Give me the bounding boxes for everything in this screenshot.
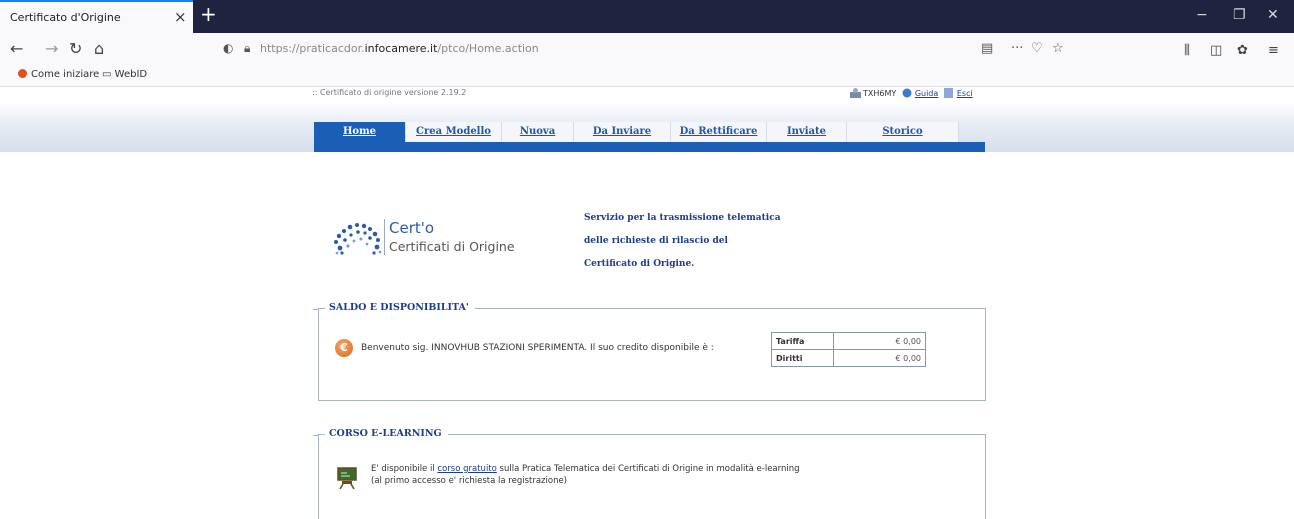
logo-subtitle: Certificati di Origine — [389, 239, 515, 254]
elearning-text-start: E' disponibile il — [371, 464, 438, 474]
elearning-section: CORSO E-LEARNING E' disponibile il corso… — [313, 428, 986, 519]
address-bar[interactable]: ◐ 🔒︎ https://praticacdor.infocamere.it/p… — [218, 36, 1091, 62]
home-icon[interactable]: ⌂ — [94, 40, 104, 58]
bookmark-webid[interactable]: ▭ WebID — [102, 69, 147, 80]
welcome-text: Benvenuto sig. INNOVHUB STAZIONI SPERIME… — [361, 343, 714, 353]
diritti-value: € 0,00 — [833, 349, 926, 367]
browser-tab[interactable]: Certificato d'Origine × — [0, 0, 193, 33]
service-line-1: Servizio per la trasmissione telematica — [584, 213, 781, 223]
help-link[interactable]: Guida — [915, 89, 938, 98]
tab-da-rettificare[interactable]: Da Rettificare — [671, 122, 767, 142]
tab-nuova[interactable]: Nuova — [502, 122, 574, 142]
service-line-2: delle richieste di rilascio del — [584, 236, 728, 246]
library-icon[interactable]: ⫼ — [1184, 43, 1190, 58]
bookmark-star-icon[interactable]: ☆ — [1052, 41, 1064, 56]
elearning-text-end: sulla Pratica Telematica dei Certificati… — [496, 464, 800, 474]
saldo-legend: SALDO E DISPONIBILITA' — [325, 302, 475, 313]
restore-button[interactable]: ❐ — [1233, 6, 1246, 24]
saldo-section: SALDO E DISPONIBILITA' € Benvenuto sig. … — [313, 302, 986, 401]
elearning-note: (al primo accesso e' richiesta la regist… — [371, 476, 568, 486]
main-menu: Home Crea Modello Nuova Da Inviare Da Re… — [314, 122, 985, 152]
tab-close-icon[interactable]: × — [174, 8, 187, 26]
logo-divider — [384, 219, 385, 255]
corso-gratuito-link[interactable]: corso gratuito — [437, 464, 496, 474]
euro-icon: € — [335, 339, 353, 357]
legend-dash — [313, 435, 319, 436]
table-row: Tariffa € 0,00 — [771, 332, 926, 350]
tab-title: Certificato d'Origine — [10, 11, 121, 24]
tariffa-label: Tariffa — [771, 332, 834, 350]
elearning-text: E' disponibile il corso gratuito sulla P… — [371, 463, 800, 487]
help-icon[interactable] — [902, 88, 913, 98]
reader-view-icon[interactable]: ▤ — [981, 41, 993, 56]
minimize-button[interactable]: − — [1196, 6, 1208, 24]
bookmark-come-iniziare[interactable]: Come iniziare — [18, 69, 99, 80]
tab-storico[interactable]: Storico — [847, 122, 959, 142]
url-text[interactable]: https://praticacdor.infocamere.it/ptco/H… — [260, 42, 539, 55]
forward-arrow-icon[interactable]: → — [45, 40, 58, 58]
firefox-icon — [18, 69, 27, 78]
tab-inviate[interactable]: Inviate — [767, 122, 847, 142]
legend-dash — [313, 309, 319, 310]
tariffa-value: € 0,00 — [833, 332, 926, 350]
user-tools: TXH6MY Guida Esci — [850, 88, 973, 98]
browser-navbar: ← → ↻ ⌂ ◐ 🔒︎ https://praticacdor.infocam… — [0, 33, 1294, 65]
shield-icon[interactable]: ◐ — [223, 41, 233, 55]
sidebar-icon[interactable]: ◫ — [1210, 43, 1222, 58]
exit-icon[interactable] — [943, 88, 955, 98]
extension-icon[interactable]: ✿ — [1237, 43, 1248, 58]
credit-table: Tariffa € 0,00 Diritti € 0,00 — [771, 332, 926, 367]
menu-underline-bar — [314, 142, 985, 152]
new-tab-button[interactable]: + — [200, 4, 217, 24]
back-arrow-icon[interactable]: ← — [10, 40, 23, 58]
reload-icon[interactable]: ↻ — [69, 40, 82, 58]
pocket-icon[interactable]: ♡ — [1031, 41, 1043, 56]
user-icon — [850, 88, 861, 98]
username: TXH6MY — [863, 89, 897, 98]
lock-icon[interactable]: 🔒︎ — [244, 41, 250, 56]
diritti-label: Diritti — [771, 349, 834, 367]
tab-crea-modello[interactable]: Crea Modello — [406, 122, 502, 142]
certo-logo-icon — [330, 220, 390, 260]
menu-hamburger-icon[interactable]: ≡ — [1268, 43, 1279, 58]
blackboard-icon — [337, 467, 357, 490]
elearning-legend: CORSO E-LEARNING — [325, 428, 448, 439]
tab-home[interactable]: Home — [314, 122, 406, 142]
bookmarks-toolbar: Come iniziare ▭ WebID — [0, 65, 1294, 87]
exit-link[interactable]: Esci — [957, 89, 973, 98]
web-page: :: Certificato di origine versione 2.19.… — [0, 88, 1294, 519]
close-window-button[interactable]: ✕ — [1267, 6, 1279, 24]
table-row: Diritti € 0,00 — [771, 349, 926, 367]
tab-da-inviare[interactable]: Da Inviare — [574, 122, 671, 142]
logo-title: Cert'o — [389, 219, 435, 237]
link-icon: ▭ — [102, 69, 115, 80]
browser-titlebar: Certificato d'Origine × + − ❐ ✕ — [0, 0, 1294, 33]
page-actions-icon[interactable]: ··· — [1011, 41, 1023, 56]
version-label: :: Certificato di origine versione 2.19.… — [312, 88, 467, 97]
service-line-3: Certificato di Origine. — [584, 259, 695, 269]
